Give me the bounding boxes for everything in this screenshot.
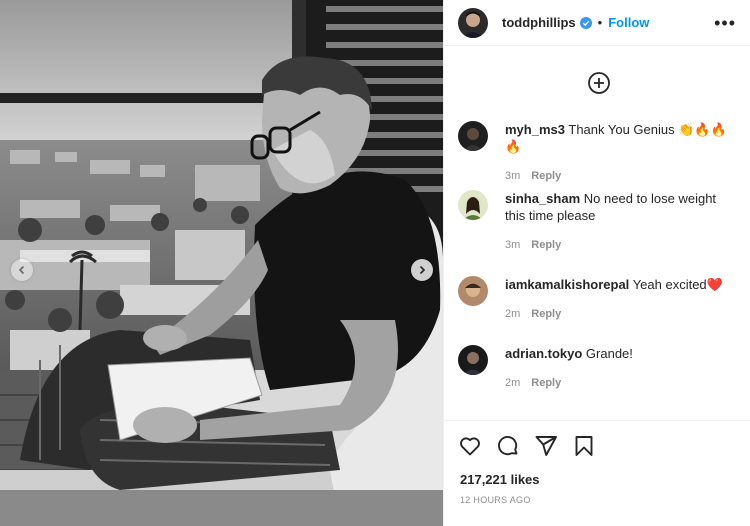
follow-button[interactable]: Follow bbox=[608, 15, 649, 30]
post-timestamp: 12 HOURS AGO bbox=[460, 495, 531, 505]
comment-text: Yeah excited❤️ bbox=[632, 277, 723, 292]
chevron-left-icon bbox=[18, 265, 25, 275]
post-media bbox=[0, 0, 443, 526]
reply-button[interactable]: Reply bbox=[531, 375, 561, 392]
next-photo-button[interactable] bbox=[411, 259, 433, 281]
comment-text: Grande! bbox=[585, 346, 633, 361]
comment-body: myh_ms3 Thank You Genius 👏🔥🔥🔥 3m Reply bbox=[505, 121, 738, 185]
commenter-avatar[interactable] bbox=[458, 276, 488, 306]
comment-item: adrian.tokyo Grande! 2m Reply bbox=[458, 345, 738, 392]
comment-body: adrian.tokyo Grande! 2m Reply bbox=[505, 345, 738, 392]
comment-age: 2m bbox=[505, 377, 521, 389]
author-username[interactable]: toddphillips bbox=[502, 15, 576, 30]
commenter-avatar[interactable] bbox=[458, 121, 488, 151]
comment-age: 3m bbox=[505, 239, 521, 251]
comment-meta: 2m Reply bbox=[505, 375, 738, 392]
like-button[interactable] bbox=[458, 434, 482, 458]
comment-item: iamkamalkishorepal Yeah excited❤️ 2m Rep… bbox=[458, 276, 738, 323]
post-photo bbox=[0, 0, 443, 526]
comment-item: myh_ms3 Thank You Genius 👏🔥🔥🔥 3m Reply bbox=[458, 121, 738, 185]
comment-button[interactable] bbox=[496, 434, 520, 458]
comment-body: iamkamalkishorepal Yeah excited❤️ 2m Rep… bbox=[505, 276, 738, 323]
comment-username[interactable]: sinha_sham bbox=[505, 191, 580, 206]
reply-button[interactable]: Reply bbox=[531, 306, 561, 323]
post-sidebar: toddphillips • Follow ••• myh_ms3 Thank … bbox=[443, 0, 750, 526]
comment-meta: 2m Reply bbox=[505, 306, 738, 323]
author-avatar[interactable] bbox=[458, 7, 488, 38]
verified-badge-icon bbox=[579, 16, 592, 29]
load-more-comments-button[interactable] bbox=[587, 71, 611, 95]
comment-body: sinha_sham No need to lose weight this t… bbox=[505, 190, 738, 254]
header-separator: • bbox=[597, 15, 603, 30]
comment-icon bbox=[498, 436, 518, 456]
instagram-post: toddphillips • Follow ••• myh_ms3 Thank … bbox=[0, 0, 750, 526]
like-count[interactable]: 217,221 likes bbox=[460, 472, 540, 487]
comment-meta: 3m Reply bbox=[505, 168, 738, 185]
post-actions: 217,221 likes 12 HOURS AGO bbox=[444, 420, 750, 526]
send-icon bbox=[535, 436, 557, 456]
chevron-right-icon bbox=[419, 265, 426, 275]
comment-age: 3m bbox=[505, 170, 521, 182]
share-button[interactable] bbox=[534, 434, 558, 458]
reply-button[interactable]: Reply bbox=[531, 168, 561, 185]
bookmark-icon bbox=[575, 436, 593, 456]
save-button[interactable] bbox=[572, 434, 596, 458]
more-options-button[interactable]: ••• bbox=[714, 14, 736, 32]
comment-username[interactable]: myh_ms3 bbox=[505, 122, 565, 137]
reply-button[interactable]: Reply bbox=[531, 237, 561, 254]
plus-circle-icon bbox=[588, 72, 610, 94]
previous-photo-button[interactable] bbox=[11, 259, 33, 281]
heart-icon bbox=[460, 437, 480, 456]
commenter-avatar[interactable] bbox=[458, 345, 488, 375]
comment-age: 2m bbox=[505, 308, 521, 320]
commenter-avatar[interactable] bbox=[458, 190, 488, 220]
comment-item: sinha_sham No need to lose weight this t… bbox=[458, 190, 738, 254]
comments-list: myh_ms3 Thank You Genius 👏🔥🔥🔥 3m Reply s… bbox=[444, 47, 750, 419]
post-header: toddphillips • Follow ••• bbox=[444, 0, 750, 46]
comment-username[interactable]: adrian.tokyo bbox=[505, 346, 582, 361]
action-icon-row bbox=[458, 434, 738, 458]
comment-meta: 3m Reply bbox=[505, 237, 738, 254]
comment-username[interactable]: iamkamalkishorepal bbox=[505, 277, 629, 292]
